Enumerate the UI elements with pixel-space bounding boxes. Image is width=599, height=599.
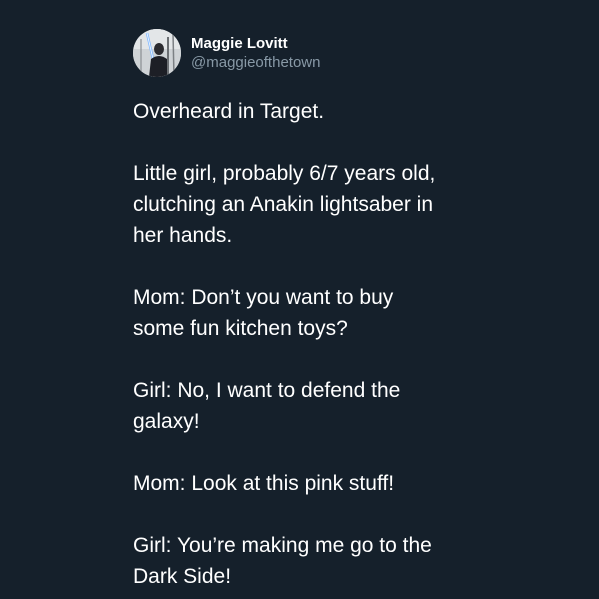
profile-photo-avatar-icon bbox=[133, 29, 181, 77]
tweet-paragraph: Little girl, probably 6/7 years old, clu… bbox=[133, 162, 436, 247]
author-display-name[interactable]: Maggie Lovitt bbox=[191, 34, 320, 53]
tweet-paragraph: Girl: You’re making me go to the Dark Si… bbox=[133, 534, 432, 588]
tweet-paragraph: Overheard in Target. bbox=[133, 100, 325, 123]
author-handle[interactable]: @maggieofthetown bbox=[191, 53, 320, 72]
avatar[interactable] bbox=[133, 29, 181, 77]
author-names: Maggie Lovitt @maggieofthetown bbox=[191, 34, 320, 72]
tweet-paragraph: Mom: Don’t you want to buy some fun kitc… bbox=[133, 286, 394, 340]
tweet-paragraph: Girl: No, I want to defend the galaxy! bbox=[133, 379, 401, 433]
tweet-card: Maggie Lovitt @maggieofthetown Overheard… bbox=[133, 28, 573, 592]
tweet-text: Overheard in Target. Little girl, probab… bbox=[133, 96, 573, 592]
tweet-paragraph: Mom: Look at this pink stuff! bbox=[133, 472, 395, 495]
tweet-header: Maggie Lovitt @maggieofthetown bbox=[133, 28, 573, 78]
